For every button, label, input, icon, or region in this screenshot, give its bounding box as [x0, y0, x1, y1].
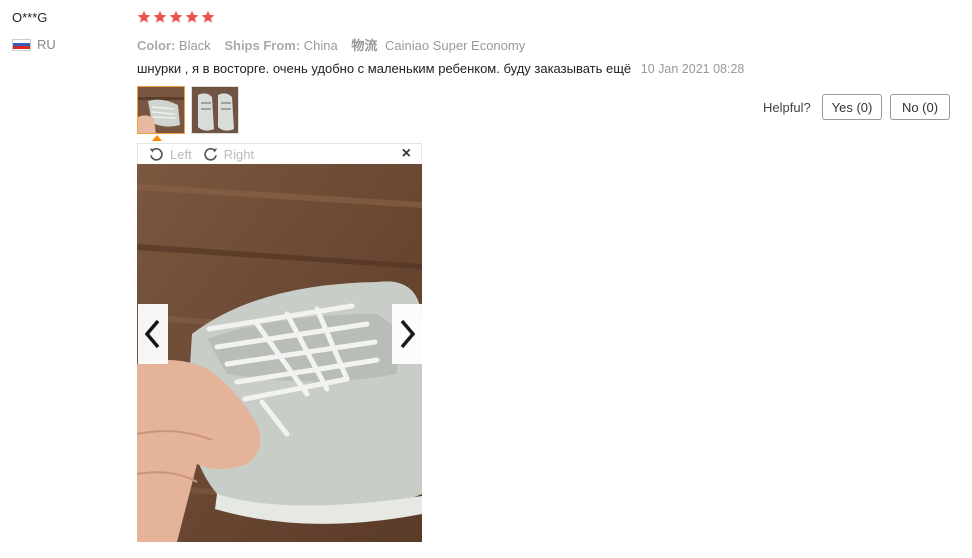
shoes-pair-thumbnail-image	[192, 87, 238, 133]
helpful-label: Helpful?	[763, 100, 811, 115]
active-thumbnail-caret	[152, 135, 162, 141]
close-viewer-button[interactable]: ×	[402, 145, 411, 163]
previous-image-button[interactable]	[138, 304, 168, 364]
image-viewer-toolbar: Left Right ×	[137, 143, 422, 164]
review-content: шнурки , я в восторге. очень удобно с ма…	[137, 61, 744, 76]
next-image-button[interactable]	[392, 304, 422, 364]
rotate-right-icon	[203, 147, 217, 161]
shoe-in-hand-thumbnail-image	[138, 87, 184, 133]
russia-flag-icon	[12, 38, 31, 51]
review-thumbnail-1[interactable]	[137, 86, 185, 134]
rotate-right-button[interactable]: Right	[202, 146, 254, 163]
star-icon	[153, 10, 167, 23]
logistics-label: 物流	[351, 38, 378, 53]
chevron-left-icon	[144, 319, 160, 349]
star-icon	[185, 10, 199, 23]
country-code: RU	[37, 37, 56, 52]
rating-stars	[137, 10, 215, 24]
review-text: шнурки , я в восторге. очень удобно с ма…	[137, 61, 632, 76]
helpful-no-button[interactable]: No (0)	[890, 94, 950, 120]
star-icon	[169, 10, 183, 23]
review-thumbnail-2[interactable]	[191, 86, 239, 134]
rotate-right-label: Right	[223, 146, 255, 162]
color-label: Color:	[137, 38, 176, 53]
ships-from-label: Ships From:	[224, 38, 301, 53]
star-icon	[137, 10, 151, 23]
rotate-left-label: Left	[170, 146, 192, 162]
review-thumbnails	[137, 86, 239, 134]
reviewer-country: RU	[12, 37, 56, 52]
helpful-yes-button[interactable]: Yes (0)	[822, 94, 882, 120]
color-value: Black	[178, 38, 211, 53]
order-attributes: Color: Black Ships From: China 物流 Cainia…	[137, 35, 535, 54]
rotate-left-icon	[149, 147, 163, 161]
review-date: 10 Jan 2021 08:28	[640, 62, 745, 76]
ships-from-value: China	[303, 38, 338, 53]
star-icon	[201, 10, 215, 23]
rotate-left-button[interactable]: Left	[148, 146, 192, 163]
chevron-right-icon	[400, 319, 416, 349]
logistics-value: Cainiao Super Economy	[385, 38, 526, 53]
review-image-viewer	[137, 164, 422, 542]
reviewer-name: O***G	[12, 10, 48, 25]
shoe-in-hand-photo	[137, 164, 422, 542]
